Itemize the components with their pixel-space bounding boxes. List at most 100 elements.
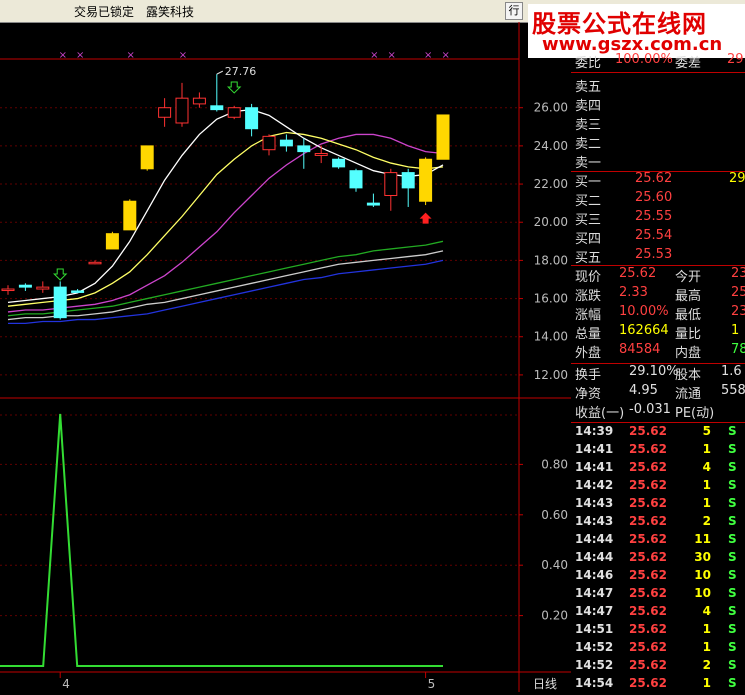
trade-row: 14:39 25.62 5 S [571,424,745,443]
buy-level-row: 买一 25.62 29 [571,171,745,190]
trade-side: S [728,568,737,582]
trade-side: S [728,676,737,690]
fundamental-value: 558 [721,383,745,398]
buy-level-row: 买三 25.55 [571,209,745,228]
candle-body [18,284,32,288]
ma-white-line [7,108,444,304]
fundamental-row: 收益(一) -0.031 PE(动) [571,402,745,421]
ratio-value: 100.00% [615,52,673,67]
signal-dot-marker: × [441,50,449,61]
trade-time: 14:46 [575,568,614,582]
toolbar-button[interactable]: 行 [505,2,523,20]
trade-side: S [728,532,737,546]
trade-price: 25.62 [629,496,667,510]
stat-label: 现价 [575,270,602,285]
stat-row: 外盘 84584 内盘 78 [571,342,745,361]
stat-value: 84584 [619,342,661,357]
candle-body [140,145,154,170]
price-tick-label: 22.00 [534,177,568,191]
price-tick-label: 26.00 [534,101,568,115]
trade-time: 14:47 [575,604,614,618]
candle-body [123,200,137,231]
trade-volume: 1 [702,442,711,456]
trade-price: 25.62 [629,532,667,546]
trade-price: 25.62 [629,442,667,456]
trade-row: 14:47 25.62 10 S [571,586,745,605]
sell-level-label: 卖一 [575,156,602,171]
diff-value: 29 [727,52,744,67]
stat-label: 今开 [675,270,702,285]
stat-label: 总量 [575,327,602,342]
price-tick-label: 16.00 [534,292,568,306]
period-tab[interactable]: 日线 [533,677,557,691]
trade-price: 25.62 [629,460,667,474]
trade-time: 14:41 [575,442,614,456]
candle-body [71,290,85,293]
stat-label: 涨幅 [575,308,602,323]
sell-level-row: 卖二 [571,133,745,152]
stat-label: 涨跌 [575,289,602,304]
quote-panel: 委比 100.00% 委差 29 卖五 卖四 卖三 卖二 卖一 买一 25.62 29 买二 25… [571,52,745,692]
trade-side: S [728,550,737,564]
trade-price: 25.62 [629,622,667,636]
trade-row: 14:44 25.62 30 S [571,550,745,569]
candle-body [245,107,259,130]
buy-level-label: 买三 [575,213,602,228]
trade-row: 14:41 25.62 1 S [571,442,745,461]
sub-tick-label: 0.20 [541,609,568,623]
trade-time: 14:52 [575,640,614,654]
buy-level-price: 25.62 [635,171,673,186]
candle-body [88,261,102,265]
fundamental-row: 换手 29.10% 股本 1.6 [571,364,745,383]
candle-body [158,107,172,118]
trade-time: 14:44 [575,532,614,546]
fundamental-row: 净资 4.95 流通 558 [571,383,745,402]
trade-price: 25.62 [629,550,667,564]
candle-body [192,97,206,105]
trade-price: 25.62 [629,514,667,528]
trade-volume: 11 [694,532,711,546]
trade-side: S [728,424,737,438]
stat-label: 外盘 [575,346,602,361]
fundamental-label: 流通 [675,387,702,402]
trade-side: S [728,496,737,510]
kline-chart[interactable]: 26.00 24.00 22.00 20.00 18.00 16.00 14.00 12.00… [0,22,571,692]
stat-value: 23 [731,304,745,319]
stock-name[interactable]: 露笑科技 [146,3,194,20]
candle-body [227,107,241,118]
stat-value: 25 [731,285,745,300]
trade-side: S [728,604,737,618]
ratio-label: 委比 [575,56,602,71]
price-tick-label: 14.00 [534,330,568,344]
candle-body [297,145,311,153]
trade-volume: 10 [694,586,711,600]
trade-side: S [728,442,737,456]
stat-value: 25.62 [619,266,657,281]
trade-time: 14:47 [575,586,614,600]
stat-value: 2.33 [619,285,648,300]
trade-time: 14:39 [575,424,614,438]
trade-side: S [728,622,737,636]
date-label: 5 [428,677,436,691]
signal-down-arrow [52,268,68,281]
buy-level-price: 25.53 [635,247,673,262]
sell-level-label: 卖五 [575,80,602,95]
stat-label: 最高 [675,289,702,304]
divider [571,72,745,73]
trade-time: 14:54 [575,676,614,690]
fundamental-label: 收益(一) [575,406,625,421]
trade-time: 14:43 [575,514,614,528]
trade-volume: 10 [694,568,711,582]
candle-body [175,97,189,124]
buy-level-row: 买四 25.54 [571,228,745,247]
trade-price: 25.62 [629,568,667,582]
trade-row: 14:44 25.62 11 S [571,532,745,551]
order-ratio-row: 委比 100.00% 委差 29 [571,52,745,71]
sub-tick-label: 0.80 [541,457,568,471]
buy-level-row: 买五 25.53 [571,247,745,266]
buy-level-price: 25.60 [635,190,673,205]
indicator-line [0,413,443,667]
signal-dot-marker: × [179,50,187,61]
trade-row: 14:41 25.62 4 S [571,460,745,479]
trade-price: 25.62 [629,676,667,690]
